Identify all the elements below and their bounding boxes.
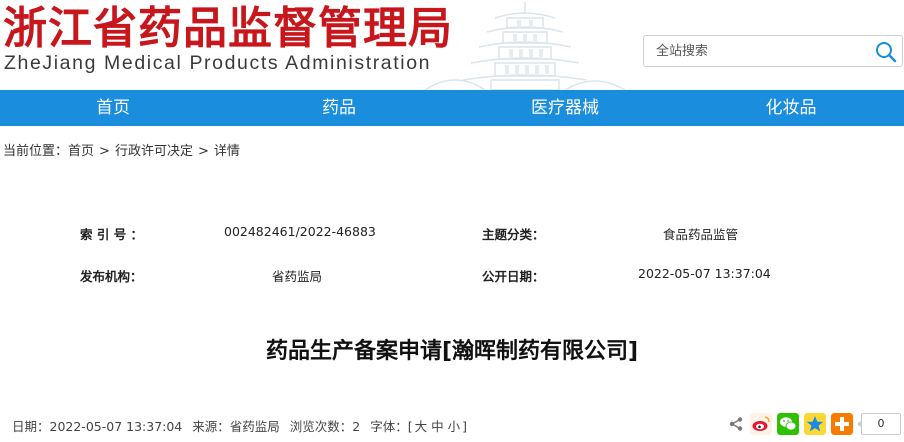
- index-number-label: 索 引 号 ：: [80, 227, 144, 242]
- font-size-small-button[interactable]: 小: [448, 419, 461, 434]
- breadcrumb-prefix: 当前位置：: [3, 144, 69, 159]
- weibo-share-icon[interactable]: [750, 413, 772, 435]
- breadcrumb-separator: >: [197, 144, 209, 159]
- search-icon[interactable]: [874, 40, 898, 64]
- publisher-value: 省药监局: [272, 269, 323, 284]
- site-header: 浙江省药品监督管理局 ZheJiang Medical Products Adm…: [0, 0, 904, 90]
- index-number-value: 002482461/2022-46883: [224, 224, 376, 239]
- article-info-bar: 日期：2022-05-07 13:37:04 来源：省药监局 浏览次数：2 字体：[大…: [12, 416, 477, 435]
- wechat-share-icon[interactable]: [777, 413, 799, 435]
- site-logo-chinese[interactable]: 浙江省药品监督管理局: [3, 2, 453, 56]
- breadcrumb-separator: >: [99, 144, 110, 159]
- share-icon[interactable]: [728, 416, 744, 432]
- font-size-prefix: 字体：[: [370, 419, 413, 434]
- nav-item-home[interactable]: 首页: [0, 90, 226, 126]
- main-nav: 首页 药品 医疗器械 化妆品: [0, 90, 904, 126]
- publisher-label: 发布机构：: [80, 269, 143, 284]
- breadcrumb: 当前位置：首页 > 行政许可决定 > 详情: [3, 140, 240, 159]
- publish-date-value: 2022-05-07 13:37:04: [638, 266, 771, 281]
- article-view-count: 浏览次数：2: [289, 419, 361, 434]
- breadcrumb-admin-license-link[interactable]: 行政许可决定: [115, 144, 193, 159]
- share-count-badge: 0: [857, 413, 901, 435]
- article-date: 日期：2022-05-07 13:37:04: [12, 419, 183, 434]
- breadcrumb-home-link[interactable]: 首页: [68, 144, 94, 159]
- font-size-large-button[interactable]: 大: [415, 419, 428, 434]
- nav-item-cosmetics[interactable]: 化妆品: [678, 90, 904, 126]
- nav-item-medical-devices[interactable]: 医疗器械: [452, 90, 678, 126]
- site-logo-english: ZheJiang Medical Products Administration: [4, 52, 432, 74]
- pagoda-watermark-icon: [424, 2, 626, 90]
- search-box: [643, 35, 903, 67]
- share-bar: 0: [728, 411, 901, 437]
- topic-category-value: 食品药品监管: [663, 227, 739, 242]
- article-title: 药品生产备案申请[瀚晖制药有限公司]: [265, 339, 639, 364]
- font-size-control: 字体：[大中小]: [370, 419, 467, 434]
- qzone-share-icon[interactable]: [804, 413, 826, 435]
- search-input[interactable]: [644, 36, 869, 66]
- article-source: 来源：省药监局: [192, 419, 280, 434]
- more-share-plus-icon[interactable]: [831, 413, 853, 435]
- nav-item-drugs[interactable]: 药品: [226, 90, 452, 126]
- topic-category-label: 主题分类：: [482, 227, 545, 242]
- publish-date-label: 公开日期：: [482, 269, 545, 284]
- font-size-medium-button[interactable]: 中: [431, 419, 444, 434]
- breadcrumb-current: 详情: [213, 144, 240, 159]
- font-size-suffix: ]: [462, 419, 468, 434]
